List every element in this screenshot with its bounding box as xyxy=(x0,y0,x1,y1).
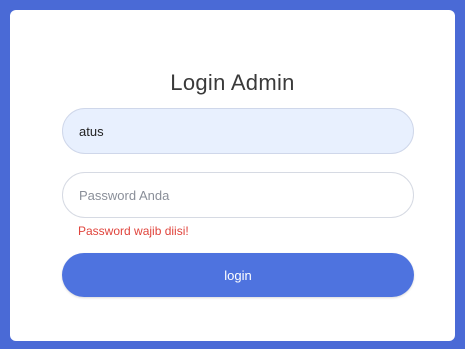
page-title: Login Admin xyxy=(170,70,295,95)
page-background: { "login": { "title": "Login Admin", "us… xyxy=(0,0,465,349)
password-input[interactable] xyxy=(62,172,414,218)
login-card: Login Admin Password wajib diisi! login xyxy=(10,10,455,341)
login-button[interactable]: login xyxy=(62,253,414,297)
username-input[interactable] xyxy=(62,108,414,154)
password-error-message: Password wajib diisi! xyxy=(78,224,189,238)
